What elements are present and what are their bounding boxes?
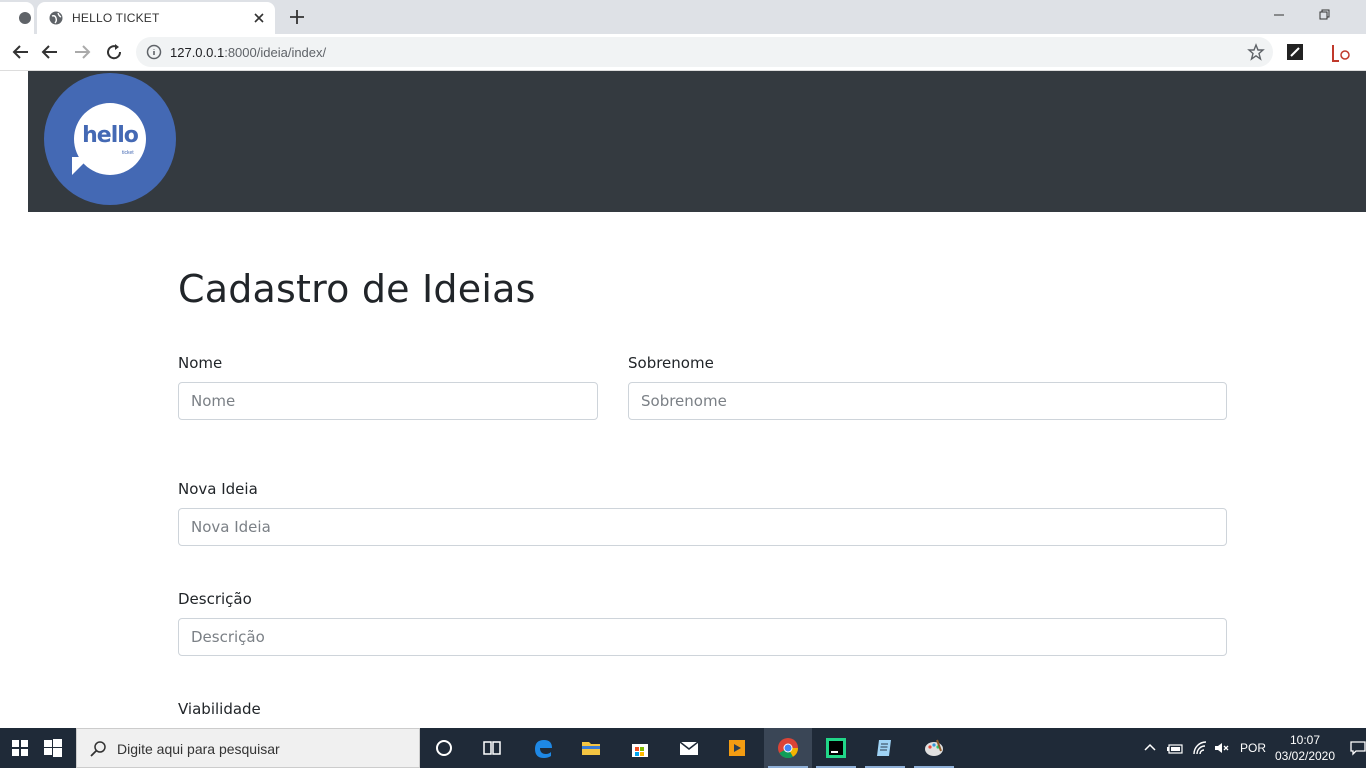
address-bar[interactable]: 127.0.0.1:8000/ideia/index/ — [136, 37, 1273, 67]
windows-logo-icon[interactable] — [44, 739, 62, 757]
clock-time: 10:07 — [1289, 733, 1321, 747]
restore-button[interactable] — [1302, 0, 1348, 30]
site-navbar: hello ticket — [28, 71, 1366, 212]
sobrenome-input[interactable] — [628, 382, 1227, 420]
battery-icon[interactable] — [1166, 741, 1184, 755]
nome-label: Nome — [178, 354, 223, 372]
chevron-up-icon[interactable] — [1144, 742, 1156, 754]
globe-icon — [19, 12, 31, 24]
mail-icon — [679, 741, 699, 755]
extension-icon[interactable] — [1286, 43, 1304, 61]
new-tab-icon[interactable] — [288, 8, 306, 26]
forward-arrow-icon[interactable] — [72, 42, 92, 62]
store-icon — [632, 744, 648, 757]
store-button[interactable] — [616, 728, 664, 768]
browser-tabstrip: HELLO TICKET — [0, 0, 1366, 34]
taskbar-search[interactable]: Digite aqui para pesquisar — [76, 728, 420, 768]
file-explorer-button[interactable] — [567, 728, 615, 768]
chrome-button[interactable] — [764, 728, 812, 768]
bookmark-star-icon[interactable] — [1247, 43, 1265, 61]
windows-logo-icon — [12, 740, 28, 756]
cortana-icon — [436, 740, 452, 756]
notification-icon[interactable] — [1350, 740, 1366, 756]
descricao-label: Descrição — [178, 590, 252, 608]
volume-muted-icon[interactable] — [1214, 741, 1230, 755]
browser-toolbar: 127.0.0.1:8000/ideia/index/ — [0, 34, 1366, 71]
notepad-button[interactable] — [861, 728, 909, 768]
page-title: Cadastro de Ideias — [178, 267, 536, 311]
search-placeholder: Digite aqui para pesquisar — [117, 741, 280, 757]
nome-input[interactable] — [178, 382, 598, 420]
extension-square-icon — [1287, 44, 1303, 60]
back-arrow-icon[interactable] — [11, 42, 31, 62]
paint-button[interactable] — [910, 728, 958, 768]
language-indicator[interactable]: POR — [1240, 741, 1266, 755]
nova-ideia-label: Nova Ideia — [178, 480, 258, 498]
url-text[interactable]: 127.0.0.1:8000/ideia/index/ — [170, 45, 326, 60]
nova-ideia-input[interactable] — [178, 508, 1227, 546]
globe-icon — [49, 11, 63, 25]
speech-bubble-tail — [72, 157, 90, 175]
page-content: hello ticket Cadastro de Ideias Nome Sob… — [0, 71, 1366, 728]
tab-title: HELLO TICKET — [72, 11, 160, 25]
edge-button[interactable] — [519, 728, 567, 768]
back-arrow-icon[interactable] — [40, 42, 60, 62]
folder-icon — [582, 742, 600, 755]
browser-tab-previous[interactable] — [0, 2, 34, 34]
clock-date: 03/02/2020 — [1274, 749, 1336, 763]
media-icon — [729, 740, 745, 756]
hello-ticket-logo[interactable]: hello ticket — [44, 73, 176, 205]
reload-icon[interactable] — [104, 42, 124, 62]
browser-tab-active[interactable]: HELLO TICKET — [37, 2, 275, 34]
pycharm-icon — [826, 738, 846, 758]
edge-icon — [535, 740, 552, 758]
task-view-button[interactable] — [468, 728, 516, 768]
start-button[interactable] — [0, 728, 40, 768]
pycharm-button[interactable] — [812, 728, 860, 768]
task-view-icon — [483, 741, 501, 755]
cortana-button[interactable] — [420, 728, 468, 768]
minimize-icon — [1274, 14, 1284, 16]
info-icon[interactable] — [146, 44, 162, 60]
ldr-icon — [1332, 45, 1350, 62]
logo-subtext: ticket — [122, 150, 134, 156]
minimize-button[interactable] — [1256, 0, 1302, 30]
paint-palette-icon — [925, 739, 943, 756]
logo-text: hello — [82, 123, 139, 148]
viabilidade-label: Viabilidade — [178, 700, 261, 718]
wifi-icon[interactable] — [1192, 741, 1208, 755]
media-player-button[interactable] — [713, 728, 761, 768]
search-icon — [90, 741, 106, 757]
descricao-input[interactable] — [178, 618, 1227, 656]
mail-button[interactable] — [665, 728, 713, 768]
windows-taskbar: Digite aqui para pesquisar POR 10:07 03/… — [0, 728, 1366, 768]
notepad-icon — [877, 740, 891, 756]
close-icon[interactable] — [251, 10, 267, 26]
sobrenome-label: Sobrenome — [628, 354, 714, 372]
restore-icon — [1319, 9, 1330, 20]
extension-ldr-icon[interactable] — [1330, 43, 1350, 62]
chrome-icon — [778, 738, 799, 759]
system-clock[interactable]: 10:07 03/02/2020 — [1268, 732, 1342, 764]
